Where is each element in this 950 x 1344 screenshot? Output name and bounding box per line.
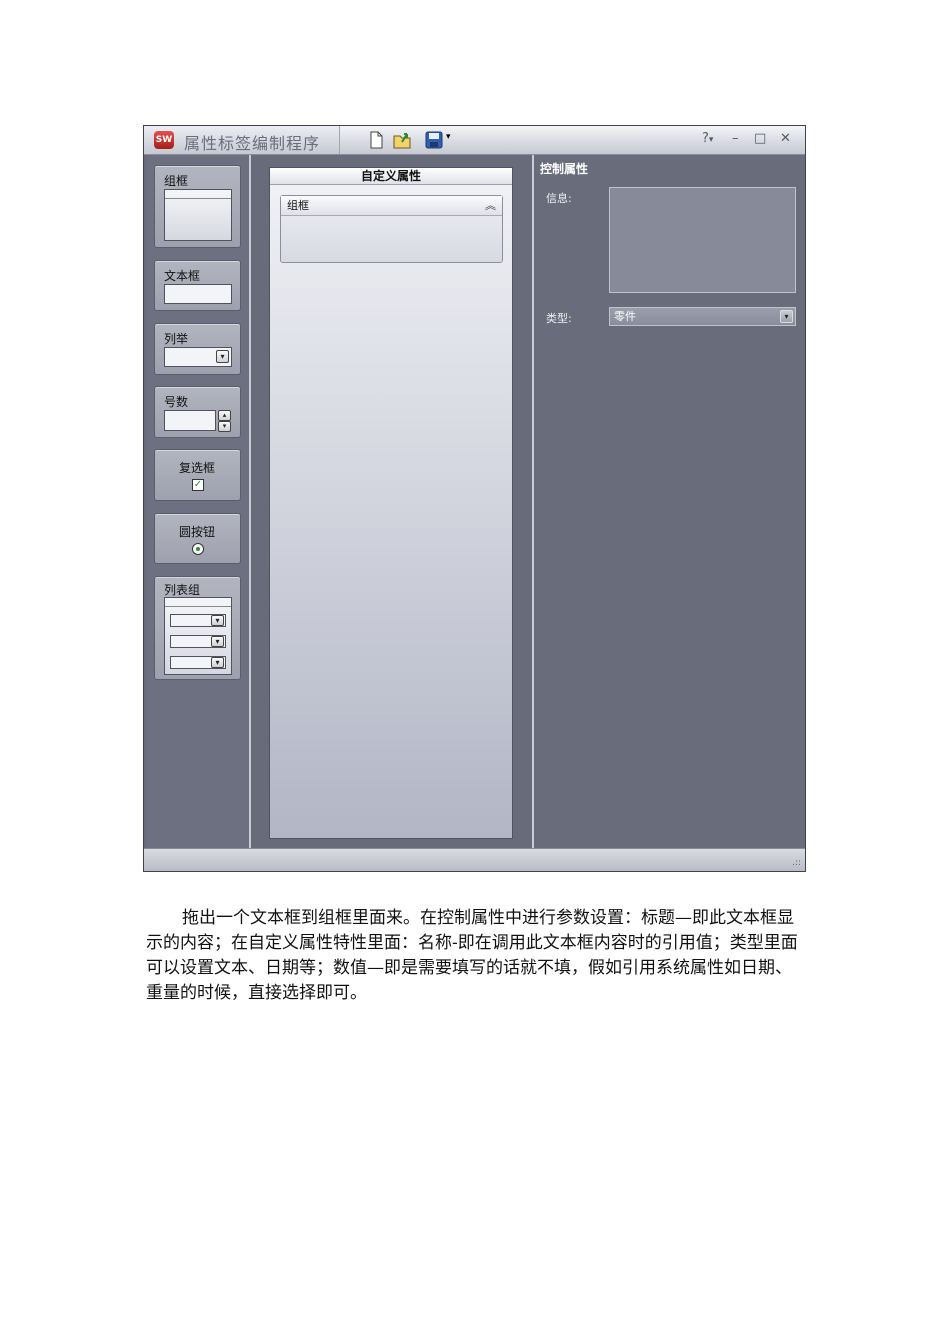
toolbox-item-list[interactable]: 列举 ▾ [154, 323, 241, 375]
toolbox-panel: 组框 文本框 列举 ▾ 号数 ▴ ▾ 复选框 ✓ 圆按钮 列表组 ▾ ▾ ▾ [147, 155, 251, 849]
checkbox-checked-icon: ✓ [192, 479, 204, 491]
type-select-value: 零件 [614, 310, 636, 323]
toolbox-item-label: 列表组 [164, 583, 201, 597]
control-properties-title: 控制属性 [540, 162, 589, 176]
minimize-button[interactable]: – [732, 131, 739, 146]
toolbox-item-label: 列举 [164, 332, 189, 346]
title-bar: SW 属性标签编制程序 ▾ ?▾ – □ ✕ [144, 126, 805, 155]
new-file-icon[interactable] [366, 130, 386, 150]
type-label: 类型: [546, 312, 572, 325]
type-select[interactable]: 零件 ▾ [609, 307, 796, 326]
toolbox-item-groupbox[interactable]: 组框 [154, 165, 241, 248]
help-button[interactable]: ?▾ [702, 131, 713, 146]
toolbox-item-label: 复选框 [179, 461, 216, 475]
toolbox-item-number[interactable]: 号数 ▴ ▾ [154, 386, 241, 438]
radio-selected-icon [192, 543, 204, 555]
groupbox-control[interactable]: 组框 ︽ [280, 195, 503, 263]
collapse-chevron-icon[interactable]: ︽ [485, 196, 496, 215]
custom-properties-header: 自定义属性 [270, 168, 512, 185]
list-group-preview-icon: ▾ ▾ ▾ [164, 597, 232, 675]
info-textarea[interactable] [609, 187, 796, 293]
toolbox-item-textbox[interactable]: 文本框 [154, 260, 241, 311]
close-button[interactable]: ✕ [780, 131, 791, 146]
textbox-preview-icon [164, 284, 232, 304]
list-group-dropdown-icon: ▾ [170, 614, 226, 627]
toolbox-item-label: 号数 [164, 395, 189, 409]
toolbox-item-label: 组框 [164, 174, 189, 188]
list-group-dropdown-icon: ▾ [170, 656, 226, 669]
toolbox-item-radio[interactable]: 圆按钮 [154, 513, 241, 564]
info-label: 信息: [546, 192, 572, 205]
groupbox-header[interactable]: 组框 ︽ [281, 196, 502, 216]
spin-up-icon: ▴ [218, 410, 231, 421]
save-icon[interactable] [424, 130, 444, 150]
list-group-dropdown-icon: ▾ [170, 635, 226, 648]
toolbox-item-list-group[interactable]: 列表组 ▾ ▾ ▾ [154, 576, 241, 680]
toolbox-item-label: 圆按钮 [179, 525, 216, 539]
open-folder-icon[interactable] [392, 130, 412, 150]
chevron-down-icon: ▾ [216, 350, 229, 363]
status-bar: .:: [144, 848, 805, 871]
groupbox-title: 组框 [287, 199, 309, 212]
number-preview-icon [164, 410, 216, 431]
toolbox-item-checkbox[interactable]: 复选框 ✓ [154, 449, 241, 501]
groupbox-preview-icon [164, 189, 232, 241]
custom-properties-panel[interactable]: 自定义属性 组框 ︽ [269, 167, 513, 839]
control-properties-panel: 控制属性 信息: 类型: 零件 ▾ [532, 155, 805, 849]
maximize-button[interactable]: □ [754, 131, 766, 146]
body-paragraph: 拖出一个文本框到组框里面来。在控制属性中进行参数设置：标题—即此文本框显示的内容… [146, 908, 798, 1003]
app-menu-tab[interactable]: SW 属性标签编制程序 [144, 126, 340, 154]
resize-grip-icon[interactable]: .:: [792, 858, 801, 868]
toolbox-item-label: 文本框 [164, 269, 201, 283]
app-logo-icon[interactable]: SW [154, 131, 174, 149]
list-preview-icon: ▾ [164, 347, 232, 367]
chevron-down-icon[interactable]: ▾ [780, 310, 793, 323]
design-canvas: 自定义属性 组框 ︽ [251, 155, 529, 849]
spin-down-icon: ▾ [218, 421, 231, 432]
quick-access-dropdown-icon[interactable]: ▾ [446, 132, 466, 152]
window-title: 属性标签编制程序 [184, 134, 321, 153]
app-window: SW 属性标签编制程序 ▾ ?▾ – □ ✕ 组框 文本框 列举 ▾ 号数 ▴ … [143, 125, 806, 872]
